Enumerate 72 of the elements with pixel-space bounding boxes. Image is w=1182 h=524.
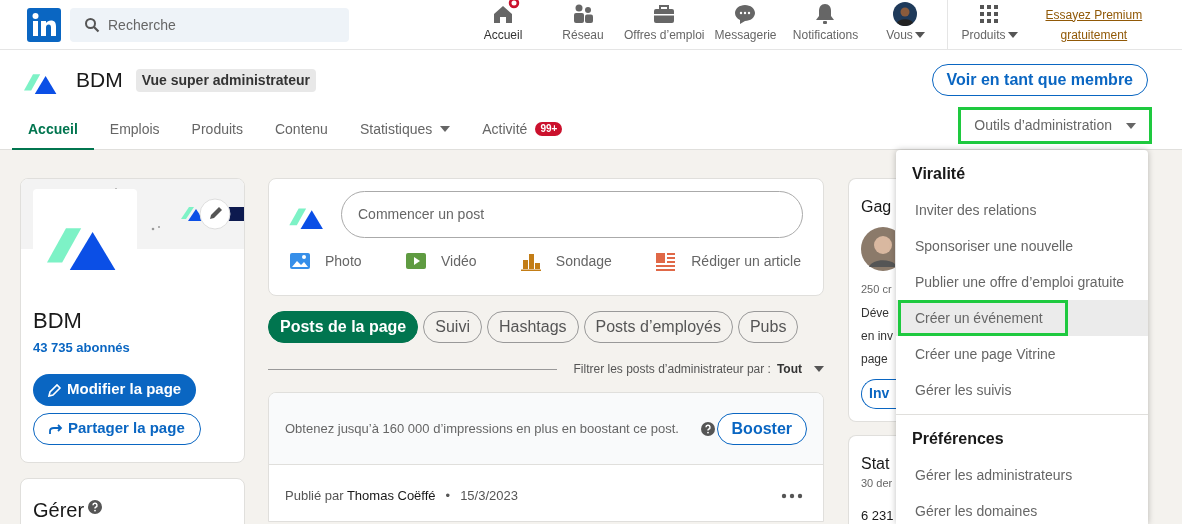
boost-message: Obtenez jusqu’à 160 000 d’impressions en plus en boostant ce post. xyxy=(285,419,680,438)
filter-label: Filtrer les posts d’administrateur par : xyxy=(573,361,771,378)
caret-icon xyxy=(1126,122,1136,129)
page-tab[interactable]: Accueil xyxy=(12,110,94,150)
pencil-icon xyxy=(48,382,62,397)
avatar-icon xyxy=(893,2,918,26)
menu-item[interactable]: Sponsoriser une nouvelle xyxy=(898,228,1076,264)
followers-link[interactable]: 43 735 abonnés xyxy=(33,338,130,358)
card-text: 6 231 xyxy=(861,506,894,524)
nav-item[interactable]: Vous xyxy=(865,0,946,49)
filter-pill[interactable]: Posts de la page xyxy=(268,311,419,343)
card-title: Gag xyxy=(861,197,893,217)
post-date: 15/3/2023 xyxy=(460,487,518,506)
admin-view-badge: Vue super administrateur xyxy=(135,68,316,92)
menu-item[interactable]: Créer un événement xyxy=(898,300,1068,336)
help-icon xyxy=(700,421,715,436)
caret-icon xyxy=(440,126,451,132)
menu-item[interactable]: Créer une page Vitrine xyxy=(898,336,1059,372)
photo-icon xyxy=(289,250,311,272)
card-text: en inv xyxy=(861,327,894,345)
caret-icon xyxy=(914,32,925,38)
post-author-line: Publié par Thomas Coëffé xyxy=(285,487,436,506)
boost-button[interactable]: Booster xyxy=(716,412,807,445)
video-icon xyxy=(404,250,427,272)
card-title: Stat xyxy=(861,454,891,474)
composer-action[interactable]: Rédiger un article xyxy=(655,250,801,272)
page-tab[interactable]: Emplois xyxy=(93,110,176,150)
article-icon xyxy=(655,250,678,272)
people-icon xyxy=(571,2,595,26)
card-title: Gérer xyxy=(33,497,85,523)
menu-item[interactable]: Inviter des relations xyxy=(898,192,1040,228)
company-name: BDM xyxy=(33,307,82,335)
nav-item[interactable]: Notifications xyxy=(785,0,866,49)
admin-tools-menu[interactable]: Outils d’administration xyxy=(958,107,1152,144)
edit-page-button[interactable]: Modifier la page xyxy=(33,373,197,406)
share-arrow-icon xyxy=(49,422,63,435)
menu-item[interactable]: Gérer les suivis xyxy=(898,372,1015,408)
admin-filter-dropdown[interactable]: Tout xyxy=(776,360,824,378)
composer-action[interactable]: Photo xyxy=(289,250,362,272)
card-text: 30 der xyxy=(861,476,893,491)
edit-icon[interactable] xyxy=(199,198,231,230)
nav-item[interactable]: Réseau xyxy=(543,0,623,49)
menu-item[interactable]: Gérer les domaines xyxy=(898,493,1041,524)
caret-icon xyxy=(1007,32,1018,38)
nav-item[interactable]: Messagerie xyxy=(705,0,786,49)
composer-action[interactable]: Sondage xyxy=(519,250,612,272)
products-menu[interactable]: Produits xyxy=(949,0,1030,49)
nav-item[interactable]: Offres d’emploi xyxy=(623,0,706,49)
card-text: Déve xyxy=(861,304,889,322)
page-tab[interactable]: Produits xyxy=(175,110,259,150)
premium-link[interactable]: Essayez Premium gratuitement xyxy=(1045,4,1143,45)
composer-action[interactable]: Vidéo xyxy=(404,250,477,272)
page-tab[interactable]: Activité 99+ xyxy=(466,110,579,150)
menu-item[interactable]: Gérer les administrateurs xyxy=(898,457,1076,493)
bullet-separator: • xyxy=(445,487,451,506)
card-text: page xyxy=(861,350,888,368)
company-name: BDM xyxy=(76,67,123,94)
page-tab[interactable]: Contenu xyxy=(258,110,344,150)
page-tab[interactable]: Statistiques xyxy=(343,110,467,150)
search-icon xyxy=(84,16,100,33)
count-badge: 99+ xyxy=(535,122,563,136)
view-as-member-button[interactable]: Voir en tant que membre xyxy=(931,64,1148,96)
menu-item[interactable]: Publier une offre d’emploi gratuite xyxy=(898,264,1128,300)
menu-section-title: Viralité xyxy=(911,164,967,184)
card-text: 250 cr xyxy=(861,282,892,297)
menu-section-title: Préférences xyxy=(911,429,1005,449)
search-field[interactable]: Recherche xyxy=(70,7,349,42)
help-icon xyxy=(88,499,103,514)
caret-icon xyxy=(814,366,824,372)
linkedin-logo-icon xyxy=(27,7,61,42)
more-options-icon[interactable] xyxy=(781,493,803,499)
nav-item[interactable]: Accueil xyxy=(463,0,543,49)
